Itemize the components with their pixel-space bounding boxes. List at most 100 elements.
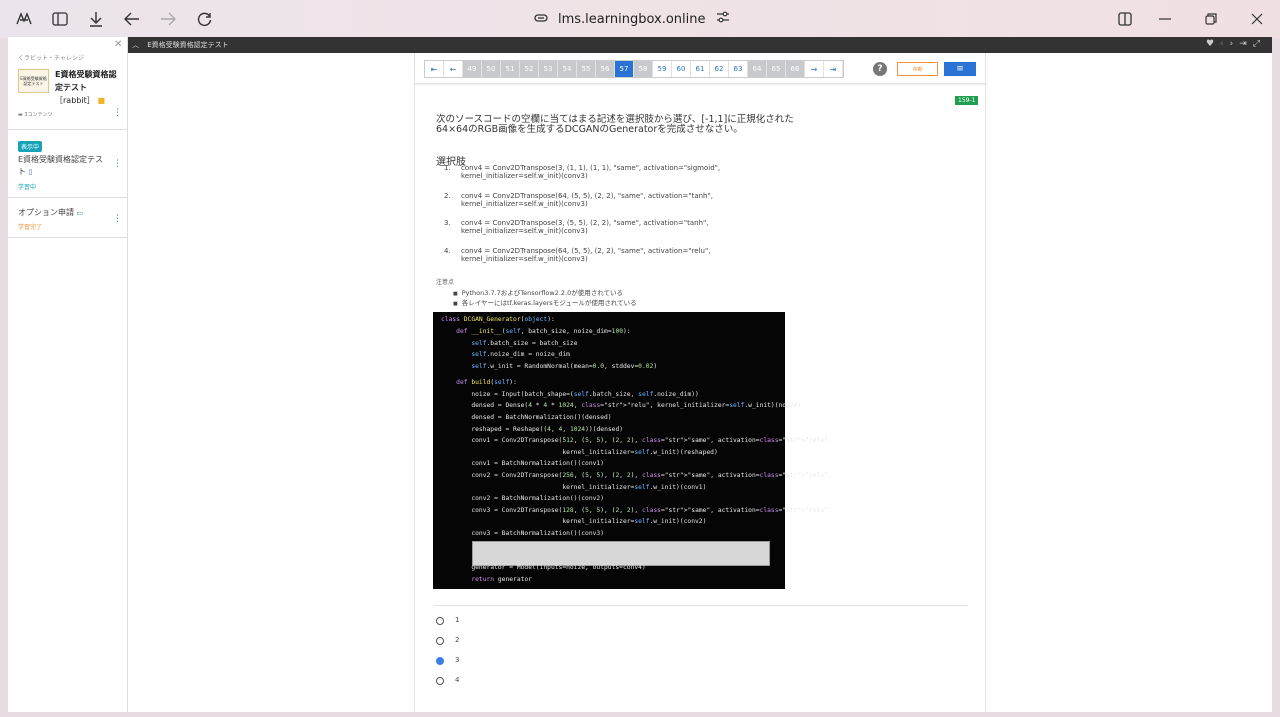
- page-button-52[interactable]: 52: [520, 61, 539, 77]
- notes-heading: 注意点: [436, 279, 455, 286]
- answer-label[interactable]: 1: [455, 616, 459, 624]
- close-sidebar-icon[interactable]: ✕: [114, 39, 122, 50]
- code-line: def __init__(self, batch_size, noize_dim…: [456, 328, 631, 335]
- page-button-61[interactable]: 61: [691, 61, 710, 77]
- first-page-button[interactable]: ⇤: [425, 61, 444, 77]
- suspend-button[interactable]: 中断: [897, 62, 938, 76]
- page-button-53[interactable]: 53: [539, 61, 558, 77]
- page-button-64[interactable]: 64: [748, 61, 767, 77]
- code-line: densed = Dense(4 * 4 * 1024, class="str"…: [441, 402, 802, 409]
- download-icon[interactable]: [86, 9, 106, 29]
- calendar-icon: ▭: [76, 209, 84, 217]
- answer-label[interactable]: 2: [455, 636, 459, 644]
- answer-radio-1[interactable]: [436, 617, 444, 625]
- content-count: ▬ 3コンテンツ: [18, 112, 53, 118]
- answer-radio-3[interactable]: [436, 657, 444, 665]
- code-line: conv1 = Conv2DTranspose(512, (5, 5), (2,…: [441, 437, 832, 444]
- question-pager: ⇤ ← 49 50 51 52 53 54 55 56 57 58 59 60 61 62 63 64 65 66…: [424, 60, 844, 78]
- code-line: self.w_init = RandomNormal(mean=0.0, std…: [471, 363, 658, 370]
- page-button-56[interactable]: 56: [596, 61, 615, 77]
- page-button-58[interactable]: 58: [634, 61, 653, 77]
- page-button-57[interactable]: 57: [615, 61, 634, 77]
- forward-icon[interactable]: [158, 9, 178, 29]
- divider: [8, 237, 127, 238]
- split-view-icon[interactable]: [1115, 9, 1135, 29]
- fullscreen-icon[interactable]: ⤢: [1253, 39, 1266, 49]
- prev-content-icon[interactable]: ‹: [1220, 39, 1230, 49]
- page-button-60[interactable]: 60: [672, 61, 691, 77]
- viewer-header: ︿ E資格受験資格認定テスト ♥‹›⇥⤢: [128, 37, 1272, 53]
- viewer-controls: ♥‹›⇥⤢: [1206, 39, 1266, 49]
- code-line: return generator: [471, 576, 533, 583]
- choice-line: conv4 = Conv2DTranspose(64, (5, 5), (2, …: [461, 192, 713, 200]
- divider: [8, 197, 127, 198]
- last-page-button[interactable]: ⇥: [824, 61, 843, 77]
- prev-page-button[interactable]: ←: [444, 61, 463, 77]
- answer-label[interactable]: 3: [455, 656, 459, 664]
- reload-icon[interactable]: [194, 9, 214, 29]
- page-button-62[interactable]: 62: [710, 61, 729, 77]
- code-line: densed = BatchNormalization()(densed): [441, 414, 612, 421]
- exit-icon[interactable]: ⇥: [1239, 39, 1253, 49]
- item-more-icon[interactable]: ⋮: [113, 214, 122, 224]
- code-line: conv2 = BatchNormalization()(conv2): [441, 495, 605, 502]
- course-more-icon[interactable]: ⋮: [113, 108, 122, 118]
- code-line: generator = Model(inputs=noize, outputs=…: [441, 564, 646, 571]
- back-icon[interactable]: [122, 9, 142, 29]
- site-settings-icon[interactable]: [716, 11, 730, 27]
- page-button-66[interactable]: 66: [786, 61, 805, 77]
- choice-number: 2.: [444, 192, 451, 200]
- code-line: self.noize_dim = noize_dim: [471, 351, 570, 358]
- page-button-65[interactable]: 65: [767, 61, 786, 77]
- collapse-icon[interactable]: ︿: [132, 41, 139, 49]
- page-button-49[interactable]: 49: [463, 61, 482, 77]
- course-thumbnail: E資格受験資格 認定テスト: [18, 69, 49, 93]
- url-text[interactable]: lms.learningbox.online: [558, 12, 706, 27]
- sidebar-item-test[interactable]: E資格受験資格認定テスト ▯: [18, 154, 108, 178]
- divider: [8, 129, 127, 130]
- answer-radio-4[interactable]: [436, 677, 444, 685]
- status-badge: 表示中: [18, 141, 43, 152]
- note-item: 各レイヤーにはtf.keras.layersモジュールが使用されている: [453, 297, 637, 307]
- divider: [434, 605, 968, 606]
- book-icon: ▬: [18, 112, 23, 118]
- next-content-icon[interactable]: ›: [1230, 39, 1240, 49]
- page-button-63[interactable]: 63: [729, 61, 748, 77]
- page-frame: ✕ くラビット・チャレンジ E資格受験資格 認定テスト E資格受験資格認定テスト…: [8, 37, 1272, 712]
- breadcrumb[interactable]: くラビット・チャレンジ: [18, 53, 84, 62]
- menu-button[interactable]: ≡: [944, 62, 976, 76]
- address-bar[interactable]: lms.learningbox.online: [534, 10, 730, 28]
- page-button-50[interactable]: 50: [482, 61, 501, 77]
- browser-logo-icon[interactable]: [14, 9, 34, 29]
- answer-radio-2[interactable]: [436, 637, 444, 645]
- choice-number: 3.: [444, 219, 451, 227]
- page-button-51[interactable]: 51: [501, 61, 520, 77]
- code-line: reshaped = Reshape((4, 4, 1024))(densed): [441, 426, 624, 433]
- viewer-title: ︿ E資格受験資格認定テスト: [132, 41, 229, 49]
- help-icon[interactable]: ?: [873, 62, 887, 76]
- page-button-59[interactable]: 59: [653, 61, 672, 77]
- note-item: Python3.7.7およびTensorflow2.2.0が使用されている: [453, 287, 623, 297]
- question-toolbar: ⇤ ← 49 50 51 52 53 54 55 56 57 58 59 60 61 62 63 64 65 66…: [415, 56, 987, 84]
- minimize-icon[interactable]: [1155, 9, 1175, 29]
- code-line: conv3 = BatchNormalization()(conv3): [441, 530, 605, 537]
- next-page-button[interactable]: →: [805, 61, 824, 77]
- restore-icon[interactable]: [1201, 9, 1221, 29]
- item-status: 学習中: [18, 184, 37, 191]
- item-more-icon[interactable]: ⋮: [113, 159, 122, 169]
- answer-label[interactable]: 4: [455, 676, 459, 684]
- sidebar-item-option[interactable]: オプション申請 ▭: [18, 207, 83, 219]
- close-window-icon[interactable]: [1247, 9, 1267, 29]
- code-line: def build(self):: [456, 379, 517, 386]
- code-line: kernel_initializer=self.w_init)(conv1): [441, 484, 707, 491]
- course-sidebar: ✕ くラビット・チャレンジ E資格受験資格 認定テスト E資格受験資格認定テスト…: [8, 37, 128, 712]
- code-line: conv2 = Conv2DTranspose(256, (5, 5), (2,…: [441, 472, 832, 479]
- item-status: 学習完了: [18, 224, 43, 231]
- page-button-55[interactable]: 55: [577, 61, 596, 77]
- sidebar-toggle-icon[interactable]: [50, 9, 70, 29]
- site-info-icon[interactable]: [534, 12, 548, 27]
- question-id-badge: 159-1: [955, 96, 979, 105]
- favorite-icon[interactable]: ♥: [1206, 39, 1220, 49]
- page-button-54[interactable]: 54: [558, 61, 577, 77]
- code-line: class DCGAN_Generator(object):: [441, 316, 555, 323]
